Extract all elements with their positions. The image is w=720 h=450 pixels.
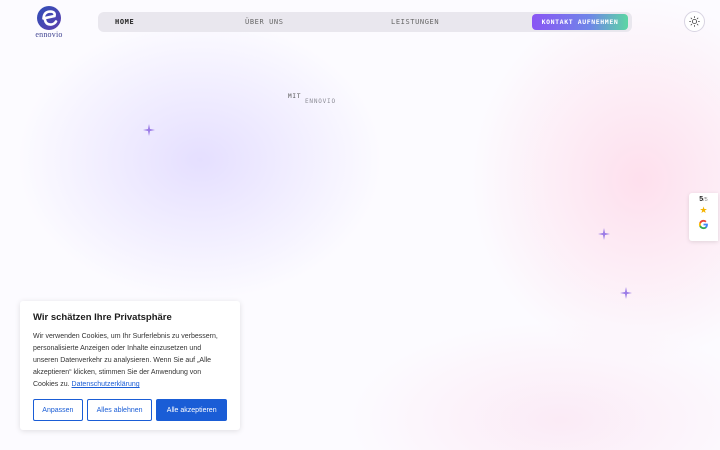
cookie-description: Wir verwenden Cookies, um Ihr Surferlebn…: [33, 333, 218, 388]
ennovio-logo-icon: [37, 6, 61, 30]
nav-item-leistungen[interactable]: LEISTUNGEN: [391, 18, 439, 26]
cookie-actions: Anpassen Alles ablehnen Alle akzeptieren: [33, 399, 227, 421]
google-icon: [698, 219, 708, 230]
sparkle-icon: [620, 287, 632, 299]
hero-prefix: MIT: [288, 93, 302, 100]
theme-toggle-button[interactable]: [684, 11, 705, 32]
sparkle-icon: [143, 124, 155, 136]
nav-item-ueber-uns[interactable]: ÜBER UNS: [245, 18, 284, 26]
star-icon: ★: [699, 205, 708, 215]
rating-max: /5: [703, 197, 708, 203]
accept-all-button[interactable]: Alle akzeptieren: [156, 399, 227, 421]
logo[interactable]: ennovio: [30, 4, 68, 40]
sun-icon: [689, 16, 700, 27]
reject-all-button[interactable]: Alles ablehnen: [86, 399, 153, 421]
customize-button[interactable]: Anpassen: [33, 399, 83, 421]
cookie-title: Wir schätzen Ihre Privatsphäre: [33, 312, 172, 323]
logo-text: ennovio: [35, 30, 63, 39]
contact-button[interactable]: KONTAKT AUFNEHMEN: [532, 14, 628, 30]
hero-brand: ENNOVIO: [305, 98, 336, 105]
google-rating-widget[interactable]: 5/5 ★: [689, 193, 718, 241]
cookie-text: Wir verwenden Cookies, um Ihr Surferlebn…: [33, 331, 227, 391]
nav-item-home[interactable]: HOME: [115, 18, 134, 26]
privacy-policy-link[interactable]: Datenschutzerklärung: [72, 381, 140, 388]
hero-tagline: MIT ENNOVIO: [288, 93, 335, 105]
cookie-banner: Wir schätzen Ihre Privatsphäre Wir verwe…: [20, 301, 240, 430]
main-navbar: HOME ÜBER UNS LEISTUNGEN KONTAKT AUFNEHM…: [98, 12, 632, 32]
sparkle-icon: [598, 228, 610, 240]
rating-score: 5/5: [699, 196, 708, 203]
